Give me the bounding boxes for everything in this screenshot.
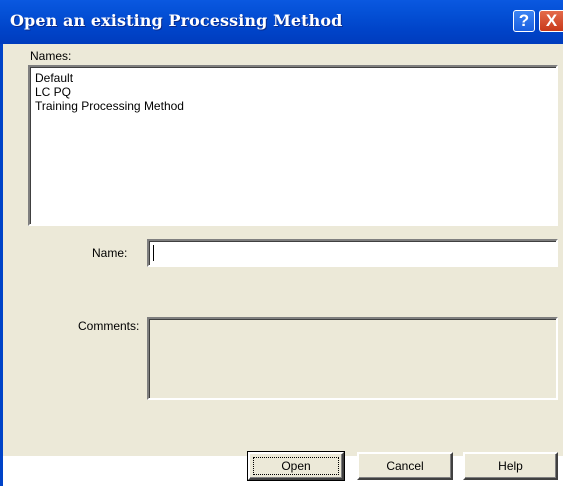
text-caret xyxy=(153,245,154,261)
focus-rectangle xyxy=(253,457,339,475)
help-icon[interactable]: ? xyxy=(513,10,535,32)
window-title: Open an existing Processing Method xyxy=(10,11,343,30)
help-button-label: Help xyxy=(498,459,523,473)
name-input[interactable] xyxy=(147,239,558,267)
open-button[interactable]: Open xyxy=(247,451,345,481)
list-item[interactable]: LC PQ xyxy=(35,85,551,99)
help-button[interactable]: Help xyxy=(463,452,558,480)
close-icon[interactable]: X xyxy=(539,10,563,32)
open-processing-method-dialog: Open an existing Processing Method ? X N… xyxy=(0,0,563,486)
list-item[interactable]: Training Processing Method xyxy=(35,99,551,113)
title-bar[interactable]: Open an existing Processing Method ? X xyxy=(0,0,563,44)
cancel-button-label: Cancel xyxy=(386,459,424,473)
names-label: Names: xyxy=(30,49,72,63)
comments-label: Comments: xyxy=(78,319,140,333)
names-list[interactable]: Default LC PQ Training Processing Method xyxy=(28,65,558,226)
cancel-button[interactable]: Cancel xyxy=(357,452,453,480)
list-item[interactable]: Default xyxy=(35,71,551,85)
name-label: Name: xyxy=(92,246,128,260)
window-border xyxy=(0,44,3,486)
comments-field[interactable] xyxy=(147,317,558,400)
